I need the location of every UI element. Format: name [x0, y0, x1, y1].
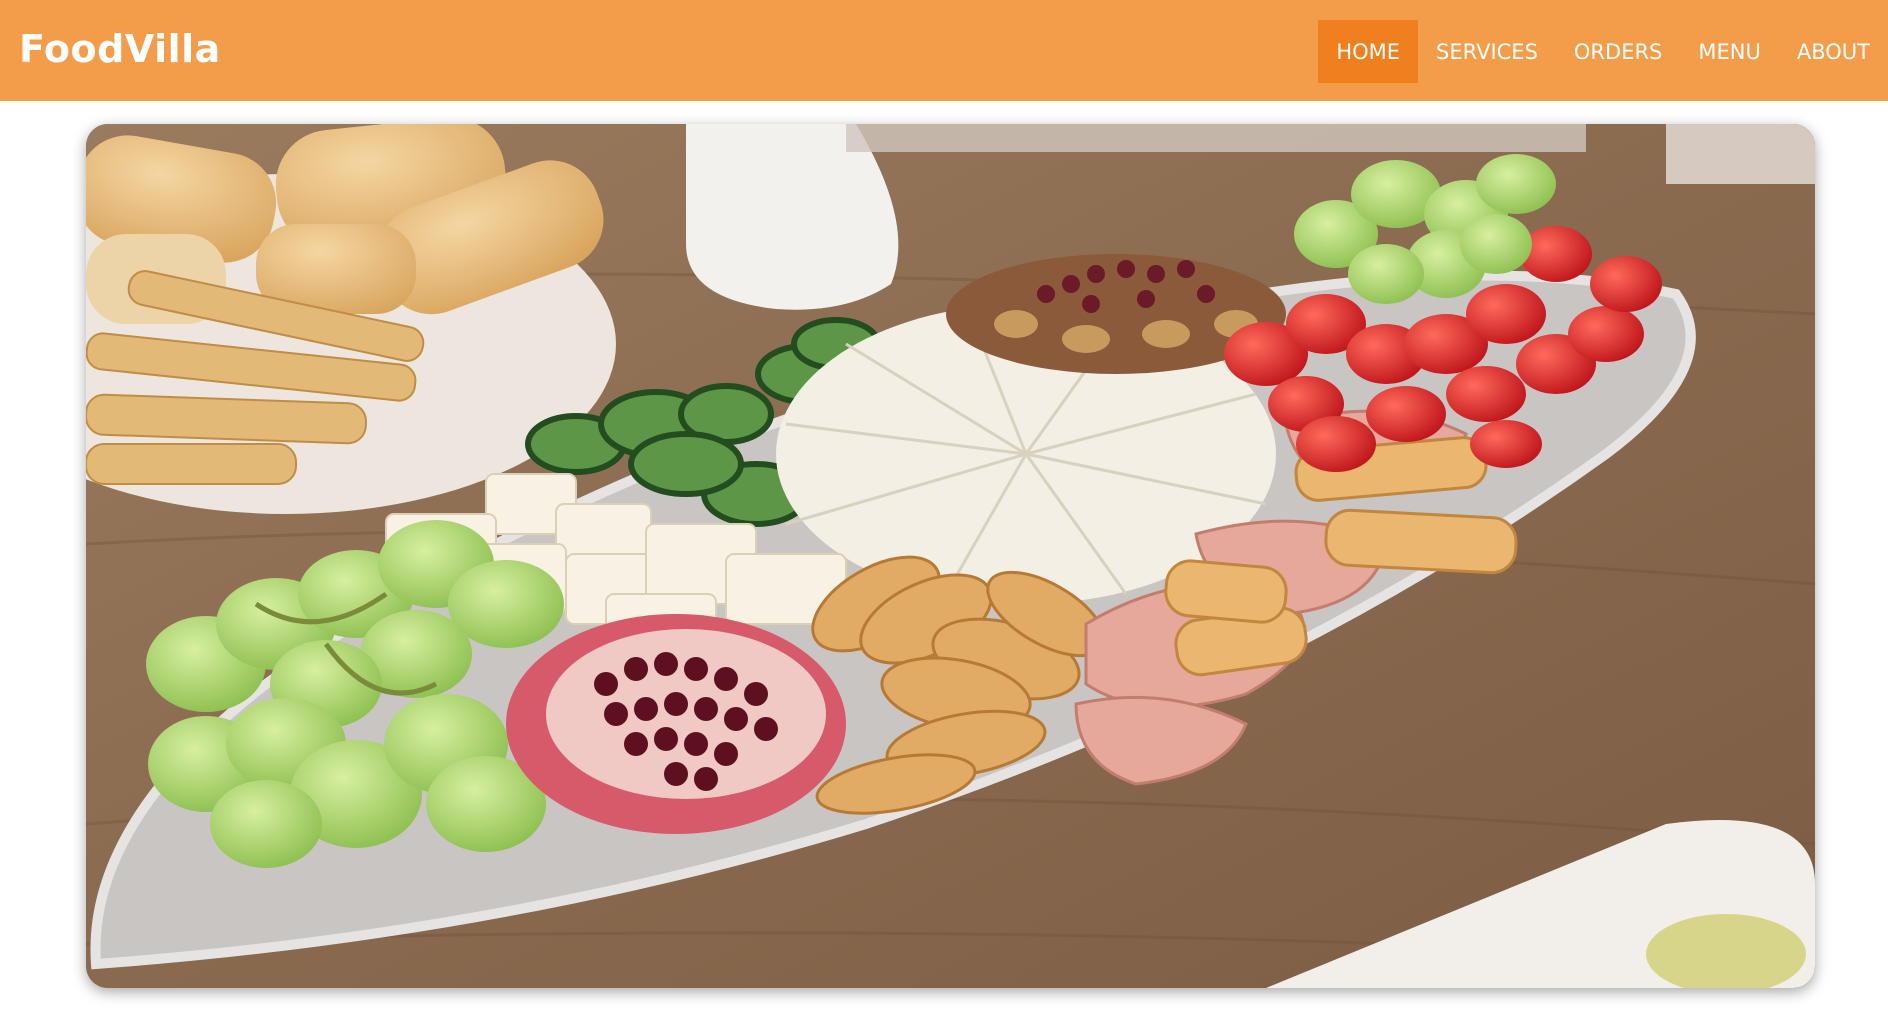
food-platter-illustration	[86, 124, 1815, 988]
brand-logo[interactable]: FoodVilla	[19, 27, 221, 71]
pomegranate	[506, 614, 846, 834]
main-nav: HOME SERVICES ORDERS MENU ABOUT	[1318, 20, 1888, 83]
hero-image	[86, 124, 1815, 988]
navbar: FoodVilla HOME SERVICES ORDERS MENU ABOU…	[0, 0, 1888, 101]
nav-item-orders[interactable]: ORDERS	[1556, 20, 1680, 83]
nav-item-about[interactable]: ABOUT	[1779, 20, 1888, 83]
nav-item-menu[interactable]: MENU	[1680, 20, 1778, 83]
nav-item-services[interactable]: SERVICES	[1418, 20, 1556, 83]
nav-item-home[interactable]: HOME	[1318, 20, 1419, 83]
